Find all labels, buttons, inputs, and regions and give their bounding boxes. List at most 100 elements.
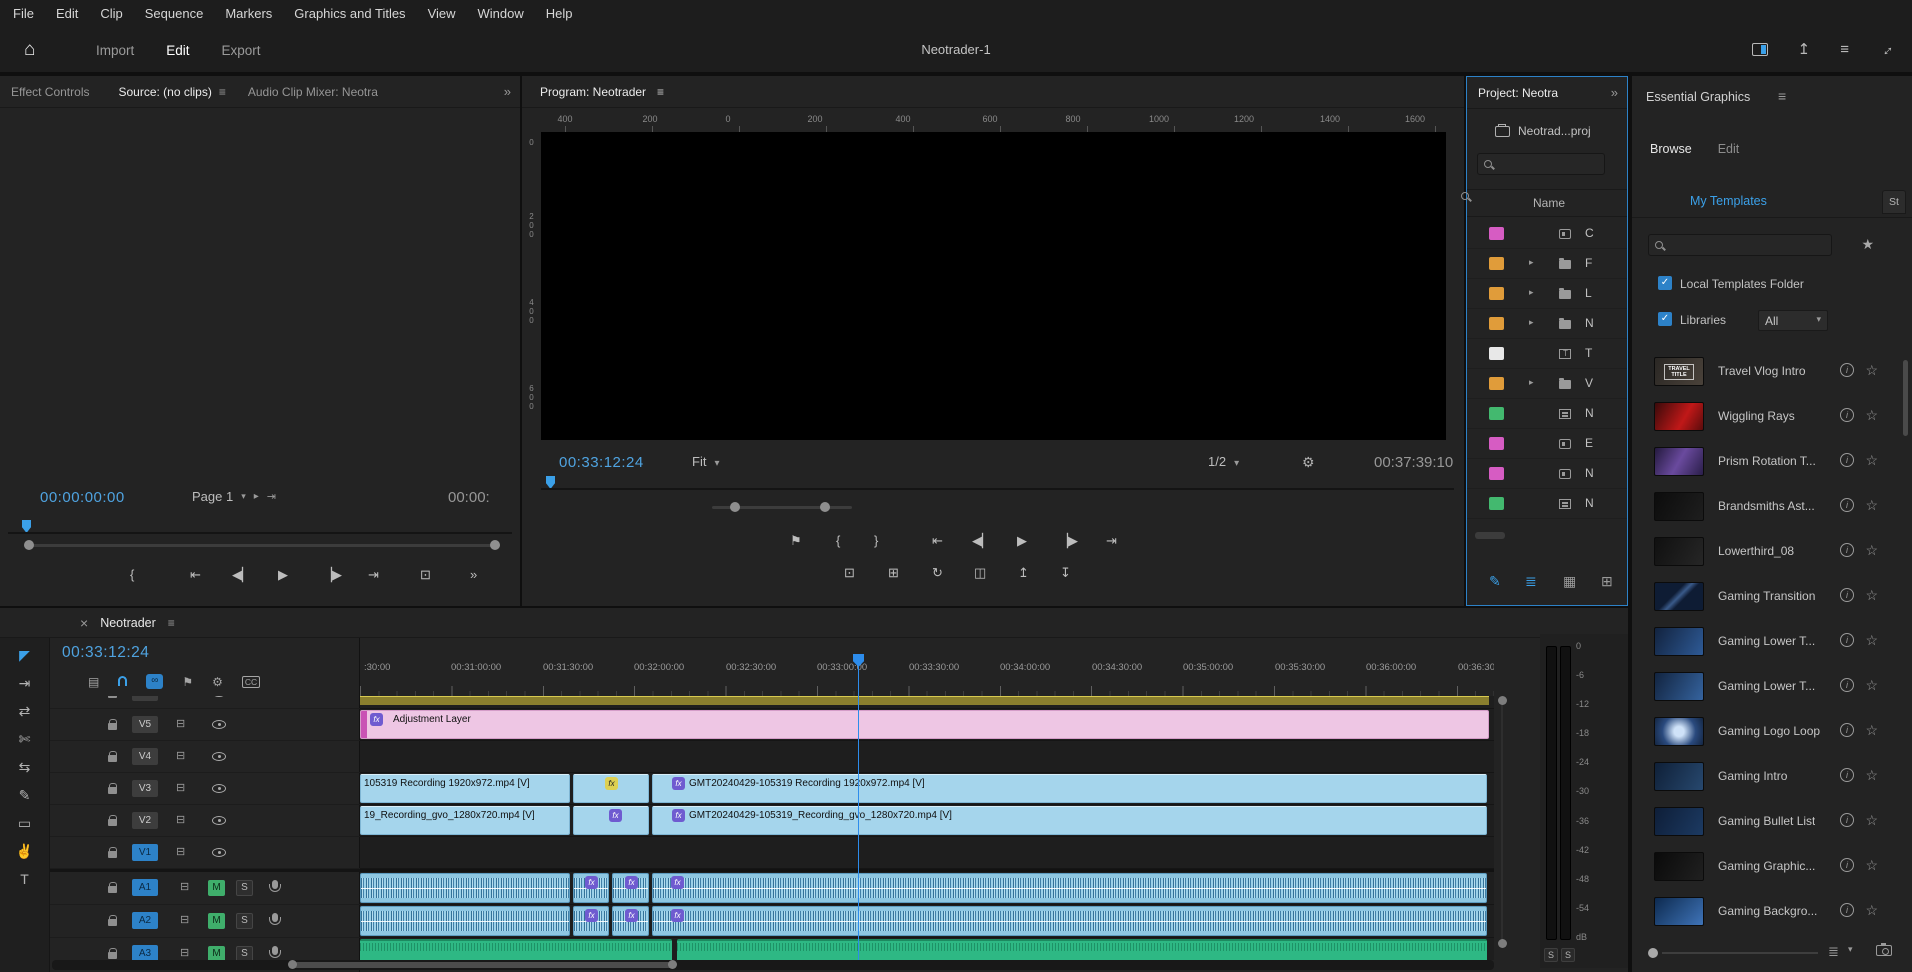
eg-tab[interactable]: Edit (1718, 136, 1740, 166)
clip-yellow-v6[interactable] (360, 696, 1489, 705)
timeline-ruler[interactable]: :30:00 00:31:00:00 00:31:30:00 00:32:00:… (360, 648, 1494, 696)
favorite-star-icon[interactable]: ☆ (1865, 857, 1878, 874)
transport-button[interactable]: ◫ (974, 565, 986, 581)
label-color-chip[interactable] (1489, 407, 1504, 420)
project-hscroll-thumb[interactable] (1475, 532, 1505, 539)
label-color-chip[interactable] (1489, 317, 1504, 330)
template-item[interactable]: Lowerthird_08 i ☆ (1632, 530, 1898, 575)
sync-lock-icon[interactable]: ⊟ (180, 880, 189, 893)
page-next-icon[interactable]: ▸ (254, 491, 259, 502)
project-footer-icon[interactable]: ✎ (1489, 573, 1501, 590)
video-clip[interactable]: fx GMT20240429-105319_Recording_gvo_1280… (652, 806, 1487, 835)
template-item[interactable]: Gaming Lower T... i ☆ (1632, 620, 1898, 665)
zoom-track[interactable] (24, 544, 500, 547)
chevron-down-icon[interactable]: ▾ (1848, 944, 1853, 955)
adjustment-layer-clip[interactable]: fx Adjustment Layer (360, 710, 1489, 739)
transport-button[interactable]: { (130, 567, 134, 582)
project-item-row[interactable]: E (1467, 429, 1627, 459)
transport-button[interactable]: ⇤ (190, 567, 201, 583)
resolution-dropdown[interactable]: 1/2 ▾ (1208, 454, 1239, 469)
sync-lock-icon[interactable]: ⊟ (180, 913, 189, 926)
project-item-row[interactable]: N (1467, 459, 1627, 489)
settings-wrench-icon[interactable]: ⚙ (1302, 454, 1315, 471)
favorite-star-icon[interactable]: ☆ (1865, 497, 1878, 514)
label-color-chip[interactable] (1489, 377, 1504, 390)
zoom-handle-right[interactable] (490, 540, 500, 550)
linked-selection-icon[interactable]: ∞ (146, 674, 164, 689)
template-item[interactable]: Wiggling Rays i ☆ (1632, 395, 1898, 440)
snap-icon[interactable] (118, 675, 128, 689)
program-timecode[interactable]: 00:33:12:24 (559, 454, 644, 471)
voiceover-mic-icon[interactable] (269, 946, 281, 958)
sequence-tab[interactable]: Neotrader (100, 616, 156, 630)
favorite-star-icon[interactable]: ☆ (1865, 452, 1878, 469)
sync-lock-icon[interactable]: ⊟ (176, 749, 185, 762)
video-clip[interactable]: 19_Recording_gvo_1280x720.mp4 [V] (360, 806, 570, 835)
transport-button[interactable]: ◀▏ (972, 533, 992, 549)
music-clip[interactable] (677, 939, 1487, 960)
eg-search-box[interactable] (1648, 234, 1832, 256)
template-item[interactable]: Gaming Transition i ☆ (1632, 575, 1898, 620)
audio-clip[interactable]: fx (612, 906, 649, 936)
voiceover-mic-icon[interactable] (269, 913, 281, 925)
tab-overflow-icon[interactable]: » (495, 84, 520, 99)
add-marker-icon[interactable]: ⚑ (182, 675, 193, 689)
panel-menu-icon[interactable]: ≡ (1778, 88, 1786, 104)
audio-track-header[interactable]: A2 ⊟ M S (50, 905, 360, 938)
mute-button[interactable]: M (208, 913, 225, 929)
project-item-row[interactable]: N (1467, 399, 1627, 429)
captions-icon[interactable]: CC (241, 675, 261, 688)
audio-clip[interactable]: fx (573, 873, 609, 903)
track-lane-a1[interactable]: fx fx fx (360, 872, 1494, 905)
zoom-handle-right[interactable] (668, 960, 677, 969)
info-icon[interactable]: i (1840, 723, 1854, 737)
video-clip[interactable]: fx (573, 774, 649, 803)
slider-track[interactable] (1662, 952, 1818, 954)
menu-item[interactable]: Window (467, 0, 535, 28)
video-clip[interactable]: 105319 Recording 1920x972.mp4 [V] (360, 774, 570, 803)
expand-chevron-icon[interactable]: ▸ (1529, 377, 1534, 388)
favorite-star-icon[interactable]: ☆ (1865, 722, 1878, 739)
menu-item[interactable]: Graphics and Titles (283, 0, 416, 28)
transport-button[interactable]: ⇥ (1106, 533, 1117, 549)
mute-button[interactable]: M (208, 880, 225, 896)
sync-lock-icon[interactable]: ⊟ (176, 845, 185, 858)
track-lane-v3[interactable]: 105319 Recording 1920x972.mp4 [V] fx fx … (360, 773, 1494, 805)
new-layer-camera-icon[interactable] (1876, 943, 1892, 956)
scroll-handle[interactable] (1498, 939, 1507, 948)
info-icon[interactable]: i (1840, 408, 1854, 422)
menu-item[interactable]: View (417, 0, 467, 28)
favorite-star-icon[interactable]: ☆ (1865, 767, 1878, 784)
panel-tab[interactable]: Audio Clip Mixer: Neotra (237, 85, 396, 99)
info-icon[interactable]: i (1840, 813, 1854, 827)
lock-icon[interactable] (108, 847, 117, 858)
menu-item[interactable]: Sequence (134, 0, 215, 28)
favorite-star-icon[interactable]: ☆ (1865, 902, 1878, 919)
panel-tab[interactable]: Source: (no clips) ≡ (107, 85, 236, 99)
track-target-button[interactable]: V2 (132, 812, 158, 829)
favorite-star-icon[interactable]: ☆ (1865, 587, 1878, 604)
timeline-tool[interactable]: ⇆ (19, 760, 31, 774)
transport-button[interactable]: ▕▶ (322, 567, 342, 583)
project-bin-row[interactable]: Neotrad...proj (1467, 117, 1627, 145)
info-icon[interactable]: i (1840, 633, 1854, 647)
menu-item[interactable]: Help (535, 0, 584, 28)
transport-button[interactable]: ↻ (932, 565, 943, 581)
program-video-preview[interactable] (541, 132, 1446, 440)
menu-item[interactable]: Clip (89, 0, 133, 28)
timeline-tool[interactable]: ⇥ (19, 676, 31, 690)
info-icon[interactable]: i (1840, 903, 1854, 917)
label-color-chip[interactable] (1489, 497, 1504, 510)
project-tab[interactable]: Project: Neotra (1467, 86, 1569, 100)
timeline-tool[interactable]: ✌ (16, 844, 33, 858)
checkbox-checked[interactable]: ✓ (1658, 312, 1672, 326)
lock-icon[interactable] (108, 719, 117, 730)
project-footer-icon[interactable]: ⊞ (1601, 573, 1613, 590)
lock-icon[interactable] (108, 815, 117, 826)
transport-button[interactable]: ⊡ (844, 565, 855, 581)
track-lane-v4[interactable] (360, 741, 1494, 773)
page-selector[interactable]: Page 1 ▾ ▸ ⇥ (192, 489, 276, 504)
transport-button[interactable]: } (874, 533, 878, 548)
favorite-star-icon[interactable]: ☆ (1865, 632, 1878, 649)
track-lane-a3[interactable] (360, 938, 1494, 960)
